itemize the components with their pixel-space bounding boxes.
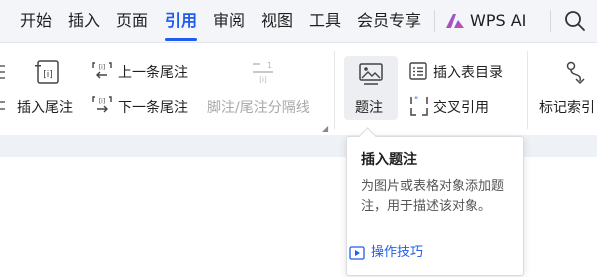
dialog-launcher-icon[interactable]: ◢ — [322, 124, 328, 133]
ribbon-tab-bar: 开始 插入 页面 引用 审阅 视图 工具 会员专享 WPS AI — [0, 0, 597, 43]
mark-index-label: 标记索引 — [539, 100, 595, 116]
svg-text:[i]: [i] — [99, 64, 105, 71]
tab-home[interactable]: 开始 — [20, 8, 52, 34]
tips-link-label: 操作技巧 — [371, 245, 424, 260]
tab-insert[interactable]: 插入 — [68, 8, 100, 34]
tab-divider — [550, 10, 551, 32]
cross-reference-label: 交叉引用 — [433, 100, 489, 116]
caption-button[interactable]: 题注 — [344, 56, 398, 120]
prev-endnote-label: 上一条尾注 — [118, 65, 188, 81]
tooltip-title: 插入题注 — [361, 152, 417, 168]
svg-text:": " — [414, 96, 418, 106]
table-of-figures-icon — [409, 62, 427, 80]
active-tab-indicator — [165, 38, 197, 41]
footnote-separator-label: 脚注/尾注分隔线 — [207, 100, 310, 116]
svg-text:[i]: [i] — [43, 70, 53, 80]
svg-text:[i]: [i] — [99, 98, 105, 105]
tab-references[interactable]: 引用 — [165, 8, 197, 34]
next-endnote-icon: [i] — [92, 96, 112, 113]
group-divider — [527, 51, 528, 129]
play-video-icon — [349, 246, 365, 260]
wps-ai-logo-icon — [446, 14, 464, 28]
clipped-icon — [0, 101, 5, 110]
prev-endnote-icon: [i] — [92, 62, 112, 79]
caption-tooltip: 插入题注 为图片或表格对象添加题注，用于描述该对象。 操作技巧 — [346, 127, 524, 276]
caption-label: 题注 — [355, 100, 383, 116]
tab-review[interactable]: 审阅 — [213, 8, 245, 34]
separator-icon: 1 [i] — [253, 61, 273, 84]
tab-page[interactable]: 页面 — [116, 8, 148, 34]
search-icon[interactable] — [563, 9, 587, 33]
next-endnote-label: 下一条尾注 — [118, 100, 188, 116]
wps-ai-label: WPS AI — [470, 11, 527, 30]
insert-endnote-label: 插入尾注 — [17, 100, 73, 116]
tab-view[interactable]: 视图 — [261, 8, 293, 34]
references-ribbon: [i] 插入尾注 [i] 上一条尾注 [i] 下一条尾注 1 [i] 脚注/尾注… — [0, 43, 597, 135]
insert-table-of-figures-label: 插入表目录 — [433, 65, 503, 81]
tooltip-description: 为图片或表格对象添加题注，用于描述该对象。 — [361, 179, 505, 214]
mark-index-icon — [566, 61, 585, 85]
insert-endnote-icon: [i] — [35, 60, 59, 84]
tab-member[interactable]: 会员专享 — [357, 8, 421, 34]
tab-divider — [434, 10, 435, 32]
clipped-icon — [0, 65, 5, 79]
svg-text:[i]: [i] — [259, 76, 267, 84]
caption-image-icon — [359, 63, 383, 85]
tab-tools[interactable]: 工具 — [309, 8, 341, 34]
svg-text:1: 1 — [267, 61, 272, 70]
cross-reference-icon: " — [410, 96, 428, 116]
group-divider — [334, 51, 335, 129]
